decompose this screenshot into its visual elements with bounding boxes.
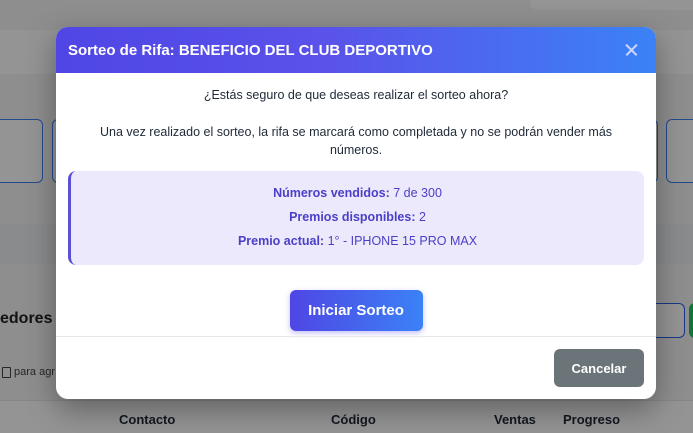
available-prizes-line: Premios disponibles: 2 — [71, 205, 644, 229]
cancel-button[interactable]: Cancelar — [554, 349, 644, 387]
modal-title: Sorteo de Rifa: BENEFICIO DEL CLUB DEPOR… — [68, 41, 433, 59]
sold-numbers-line: Números vendidos: 7 de 300 — [71, 181, 644, 205]
sold-numbers-value: 7 de 300 — [393, 186, 442, 200]
available-prizes-label: Premios disponibles: — [289, 210, 416, 224]
modal-footer: Cancelar — [56, 336, 656, 399]
raffle-draw-modal: Sorteo de Rifa: BENEFICIO DEL CLUB DEPOR… — [56, 27, 656, 399]
current-prize-value: 1° - IPHONE 15 PRO MAX — [327, 234, 478, 248]
start-button-wrap: Iniciar Sorteo — [68, 265, 644, 343]
start-draw-button[interactable]: Iniciar Sorteo — [289, 290, 423, 331]
available-prizes-value: 2 — [418, 210, 426, 224]
close-icon[interactable] — [622, 40, 642, 60]
modal-body: ¿Estás seguro de que deseas realizar el … — [56, 73, 656, 343]
raffle-info-box: Números vendidos: 7 de 300 Premios dispo… — [68, 171, 644, 265]
current-prize-label: Premio actual: — [237, 234, 325, 248]
confirm-question: ¿Estás seguro de que deseas realizar el … — [203, 88, 509, 102]
app-page: edores para agr Contacto Código Ventas P… — [0, 0, 693, 433]
modal-header: Sorteo de Rifa: BENEFICIO DEL CLUB DEPOR… — [56, 27, 656, 73]
confirm-note: Una vez realizado el sorteo, la rifa se … — [99, 125, 613, 157]
sold-numbers-label: Números vendidos: — [273, 186, 390, 200]
current-prize-line: Premio actual: 1° - IPHONE 15 PRO MAX — [71, 229, 644, 253]
